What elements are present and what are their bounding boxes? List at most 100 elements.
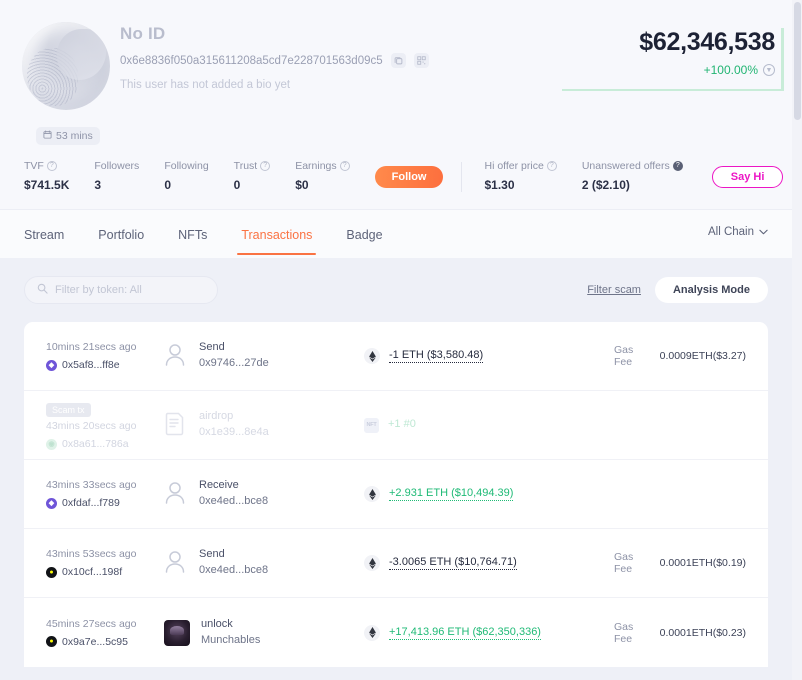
last-active-chip: 53 mins [36, 127, 100, 145]
tx-hash-row[interactable]: ● 0x10cf...198f [46, 566, 164, 578]
analysis-mode-button[interactable]: Analysis Mode [655, 277, 768, 303]
status-badge: Scam tx [46, 403, 91, 417]
balance-amount: $62,346,538 [562, 28, 775, 57]
help-icon[interactable]: ? [673, 161, 683, 171]
chevron-down-icon [759, 226, 768, 238]
tab-badge[interactable]: Badge [346, 214, 382, 255]
tab-portfolio[interactable]: Portfolio [98, 214, 144, 255]
tx-action: Receive [199, 478, 268, 494]
scrollbar-thumb[interactable] [794, 2, 801, 120]
tx-action: airdrop [199, 409, 269, 425]
follow-button[interactable]: Follow [375, 166, 444, 188]
stat-value-unanswered-offers: 2 ($2.10) [582, 178, 683, 192]
tab-transactions[interactable]: Transactions [241, 214, 312, 255]
tx-value-cell: -3.0065 ETH ($10,764.71) [364, 555, 614, 571]
tx-amount[interactable]: +2.931 ETH ($10,494.39) [389, 487, 513, 501]
tx-action: Send [199, 340, 269, 356]
table-row[interactable]: 10mins 21secs ago ◆ 0x5af8...ff8e Send 0… [24, 322, 768, 391]
tx-counterparty: Munchables [201, 633, 260, 649]
tx-hash-row[interactable]: ◉ 0x8a61...786a [46, 438, 164, 450]
tx-hash: 0xfdaf...f789 [62, 497, 120, 509]
balance-panel: $62,346,538 +100.00% ▼ [562, 28, 784, 91]
tx-amount[interactable]: +1 #0 [388, 418, 416, 432]
tx-value-cell: NFT +1 #0 [364, 418, 614, 433]
tx-counterparty: 0x1e39...8e4a [199, 425, 269, 441]
balance-change: +100.00% ▼ [562, 63, 775, 77]
stat-hi-offer-price: Hi offer price? $1.30 [484, 160, 556, 192]
table-row[interactable]: 43mins 53secs ago ● 0x10cf...198f Send 0… [24, 529, 768, 598]
table-row[interactable]: 43mins 33secs ago ◆ 0xfdaf...f789 Receiv… [24, 460, 768, 529]
tx-counterparty: 0x9746...27de [199, 356, 269, 372]
search-input[interactable] [55, 284, 205, 296]
tab-bar: Stream Portfolio NFTs Transactions Badge… [0, 210, 792, 258]
tx-time-cell: 43mins 53secs ago ● 0x10cf...198f [46, 548, 164, 578]
stat-label-followers: Followers [94, 160, 139, 172]
gas-fee-label: Gas Fee [614, 344, 648, 368]
tx-party-cell: Send 0x9746...27de [164, 340, 364, 372]
tab-stream[interactable]: Stream [24, 214, 64, 255]
tab-nfts[interactable]: NFTs [178, 214, 207, 255]
help-icon[interactable]: ? [260, 161, 270, 171]
ethereum-icon [364, 625, 380, 641]
gas-fee-value: 0.0001ETH($0.23) [660, 627, 746, 639]
stat-following: Following 0 [164, 160, 208, 192]
tx-gas-cell: Gas Fee 0.0001ETH($0.19) [614, 551, 746, 575]
gas-fee-label: Gas Fee [614, 551, 648, 575]
ethereum-icon [364, 348, 380, 364]
tx-time-cell: Scam tx 43mins 20secs ago ◉ 0x8a61...786… [46, 400, 164, 450]
app-root: No ID 0x6e8836f050a315611208a5cd7e228701… [0, 0, 802, 680]
say-hi-button[interactable]: Say Hi [712, 166, 784, 188]
tx-gas-cell: Gas Fee 0.0001ETH($0.23) [614, 621, 746, 645]
tx-timestamp: 43mins 20secs ago [46, 420, 164, 432]
stat-label-hi-offer-price: Hi offer price [484, 160, 543, 172]
tx-party-cell: Receive 0xe4ed...bce8 [164, 478, 364, 510]
chevron-down-circle-icon[interactable]: ▼ [763, 64, 775, 76]
filter-scam-link[interactable]: Filter scam [587, 284, 641, 296]
balance-change-value: +100.00% [704, 63, 758, 77]
tx-hash: 0x8a61...786a [62, 438, 129, 450]
calendar-icon [43, 130, 52, 142]
chain-icon-ethereum: ◆ [46, 360, 57, 371]
tx-time-cell: 45mins 27secs ago ● 0x9a7e...5c95 [46, 618, 164, 648]
stat-label-unanswered-offers: Unanswered offers [582, 160, 670, 172]
tx-hash-row[interactable]: ● 0x9a7e...5c95 [46, 636, 164, 648]
stat-value-followers: 3 [94, 178, 139, 192]
last-active-text: 53 mins [56, 130, 93, 142]
table-row[interactable]: Scam tx 43mins 20secs ago ◉ 0x8a61...786… [24, 391, 768, 460]
tx-party-cell: Send 0xe4ed...bce8 [164, 547, 364, 579]
stat-value-tvf: $741.5K [24, 178, 69, 192]
tx-hash-row[interactable]: ◆ 0x5af8...ff8e [46, 359, 164, 371]
stat-trust: Trust? 0 [234, 160, 271, 192]
tx-time-cell: 43mins 33secs ago ◆ 0xfdaf...f789 [46, 479, 164, 509]
tx-amount[interactable]: +17,413.96 ETH ($62,350,336) [389, 626, 541, 640]
tx-amount[interactable]: -3.0065 ETH ($10,764.71) [389, 556, 517, 570]
stat-tvf: TVF? $741.5K [24, 160, 69, 192]
tx-party-cell: airdrop 0x1e39...8e4a [164, 409, 364, 441]
help-icon[interactable]: ? [47, 161, 57, 171]
table-row[interactable]: 45mins 27secs ago ● 0x9a7e...5c95 unlock… [24, 598, 768, 667]
tx-hash-row[interactable]: ◆ 0xfdaf...f789 [46, 497, 164, 509]
qr-code-icon[interactable] [414, 53, 429, 68]
stats-divider [461, 162, 462, 192]
stat-label-earnings: Earnings [295, 160, 336, 172]
stat-value-hi-offer-price: $1.30 [484, 178, 556, 192]
tx-amount[interactable]: -1 ETH ($3,580.48) [389, 349, 483, 363]
help-icon[interactable]: ? [340, 161, 350, 171]
page-title: No ID [120, 24, 429, 44]
profile-bio: This user has not added a bio yet [120, 79, 429, 91]
stat-unanswered-offers: Unanswered offers? 2 ($2.10) [582, 160, 683, 192]
copy-icon[interactable] [391, 53, 406, 68]
person-icon [164, 481, 188, 507]
token-filter[interactable] [24, 276, 218, 304]
help-icon[interactable]: ? [547, 161, 557, 171]
stat-earnings: Earnings? $0 [295, 160, 349, 192]
tx-party-cell: unlock Munchables [164, 617, 364, 649]
tx-hash: 0x9a7e...5c95 [62, 636, 128, 648]
stat-label-trust: Trust [234, 160, 258, 172]
page-scrollbar[interactable] [792, 0, 802, 680]
transactions-toolbar: Filter scam Analysis Mode [0, 258, 792, 322]
nft-icon: NFT [364, 418, 379, 433]
chain-filter-dropdown[interactable]: All Chain [708, 226, 768, 238]
avatar[interactable] [22, 22, 110, 110]
tx-timestamp: 45mins 27secs ago [46, 618, 164, 630]
